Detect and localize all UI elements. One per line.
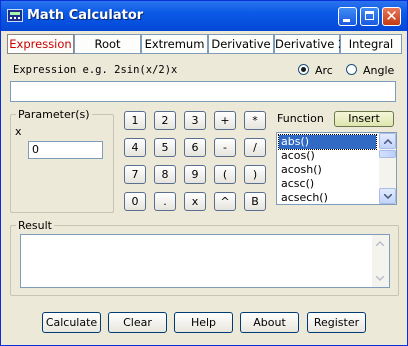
key-0[interactable]: 0 [124,192,146,211]
arc-radio[interactable] [298,64,309,75]
key-9[interactable]: 9 [184,165,206,184]
list-item[interactable]: acosh() [279,163,376,177]
key-2[interactable]: 2 [154,111,176,130]
function-list-scrollbar[interactable] [379,133,396,204]
key-8[interactable]: 8 [154,165,176,184]
expression-input[interactable] [10,81,396,102]
parameters-group [10,114,114,213]
clear-button[interactable]: Clear [108,312,167,333]
insert-button[interactable]: Insert [334,111,394,127]
key-5[interactable]: 5 [154,138,176,157]
list-item[interactable]: acos() [279,149,376,163]
tab-expression[interactable]: Expression [7,34,74,54]
key-6[interactable]: 6 [184,138,206,157]
angle-radio-label[interactable]: Angle [363,64,394,77]
key-minus[interactable]: - [214,138,236,157]
result-group-label: Result [16,219,54,232]
key-3[interactable]: 3 [184,111,206,130]
key-dot[interactable]: . [154,192,176,211]
result-scrollbar[interactable] [372,235,389,287]
maximize-icon [365,11,374,20]
key-plus[interactable]: + [214,111,236,130]
chevron-up-icon [384,139,392,144]
function-label: Function [277,112,324,125]
minimize-icon [343,19,350,22]
key-close-paren[interactable]: ) [244,165,266,184]
help-button[interactable]: Help [174,312,233,333]
tab-derivative-2[interactable]: Derivative 2 [274,34,345,54]
key-divide[interactable]: / [244,138,266,157]
key-multiply[interactable]: * [244,111,266,130]
calculate-button[interactable]: Calculate [42,312,101,333]
close-button[interactable]: ✕ [382,7,401,26]
scroll-up-button[interactable] [379,133,396,149]
key-4[interactable]: 4 [124,138,146,157]
function-list[interactable]: abs() acos() acosh() acsc() acsech() [276,132,397,205]
key-7[interactable]: 7 [124,165,146,184]
window-title: Math Calculator [27,8,144,23]
maximize-button[interactable] [360,7,379,26]
list-item[interactable]: acsech() [279,191,376,204]
tab-integral[interactable]: Integral [340,34,402,54]
arc-radio-label[interactable]: Arc [315,64,333,77]
key-1[interactable]: 1 [124,111,146,130]
key-x[interactable]: x [184,192,206,211]
list-item[interactable]: abs() [278,134,377,150]
angle-radio[interactable] [346,64,357,75]
scroll-down-button[interactable] [379,188,396,204]
key-backspace[interactable]: B [244,192,266,211]
result-output[interactable] [20,234,390,288]
list-item[interactable]: acsc() [279,177,376,191]
about-button[interactable]: About [240,312,299,333]
expression-hint-label: Expression e.g. 2sin(x/2)x [13,64,178,76]
close-icon: ✕ [385,7,398,25]
tab-root[interactable]: Root [74,34,141,54]
tab-extremum[interactable]: Extremum [141,34,208,54]
chevron-up-icon[interactable] [376,241,384,246]
scroll-thumb[interactable] [379,150,396,158]
calculator-icon [7,9,23,22]
chevron-down-icon[interactable] [376,276,384,281]
minimize-button[interactable] [338,7,357,26]
key-open-paren[interactable]: ( [214,165,236,184]
parameter-name-label: x [15,125,22,138]
calculator-window: Math Calculator ✕ Expression Root Extrem… [0,0,408,346]
chevron-down-icon [384,194,392,199]
parameters-group-label: Parameter(s) [16,108,92,121]
key-power[interactable]: ^ [214,192,236,211]
parameter-value-input[interactable]: 0 [28,141,103,159]
register-button[interactable]: Register [307,312,366,333]
title-bar[interactable]: Math Calculator ✕ [1,1,407,31]
tab-derivative[interactable]: Derivative [208,34,274,54]
